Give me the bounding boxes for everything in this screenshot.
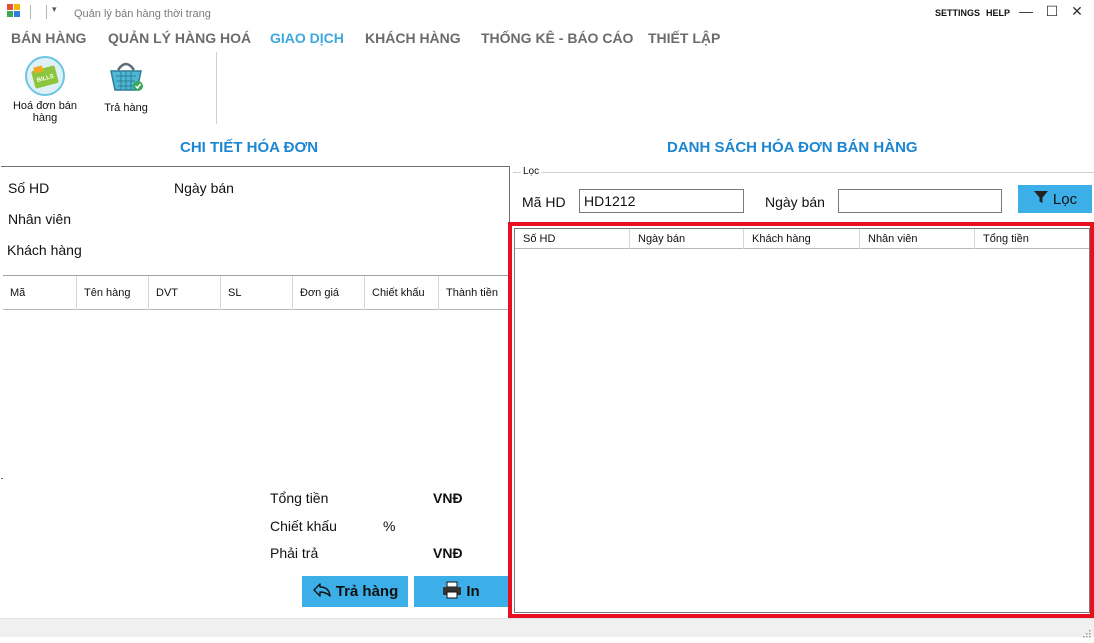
ma-hd-filter-label: Mã HD: [522, 194, 566, 210]
phai-tra-label: Phải trả: [270, 545, 319, 561]
column-header[interactable]: DVT: [149, 276, 221, 310]
resize-grip-icon[interactable]: [1081, 625, 1091, 638]
return-button-label: Trả hàng: [335, 583, 399, 600]
tab-thiet-lap[interactable]: THIẾT LẬP: [648, 30, 720, 46]
minimize-button[interactable]: —: [1015, 2, 1037, 22]
invoice-detail-grid[interactable]: Mã Tên hàng DVT SL Đơn giá Chiết khấu Th…: [3, 275, 510, 479]
basket-icon: [106, 56, 146, 96]
tab-quan-ly-hang-hoa[interactable]: QUẢN LÝ HÀNG HOÁ: [108, 30, 251, 46]
help-link[interactable]: HELP: [986, 8, 1010, 18]
chiet-khau-label: Chiết khấu: [270, 518, 337, 534]
ngay-ban-input[interactable]: [838, 189, 1002, 213]
settings-link[interactable]: SETTINGS: [935, 8, 980, 18]
printer-icon: [442, 581, 462, 603]
column-header[interactable]: Tên hàng: [77, 276, 149, 310]
tong-tien-label: Tổng tiền: [270, 490, 329, 506]
bills-icon: BILLS: [25, 56, 65, 96]
ngay-ban-filter-label: Ngày bán: [765, 194, 825, 210]
maximize-button[interactable]: ☐: [1041, 2, 1063, 22]
column-header[interactable]: SL: [221, 276, 293, 310]
ribbon-panel: BILLS Hoá đơn bán hàng Trả hàng: [0, 50, 1094, 130]
quick-access-dropdown-icon[interactable]: ▾: [52, 4, 57, 15]
ribbon-tabs: BÁN HÀNG QUẢN LÝ HÀNG HOÁ GIAO DỊCH KHÁC…: [0, 27, 1094, 51]
funnel-icon: [1033, 189, 1049, 209]
column-header[interactable]: Mã: [3, 276, 77, 310]
invoice-detail-panel: Số HD Ngày bán Nhân viên Khách hàng Mã T…: [1, 166, 510, 479]
print-button[interactable]: In: [414, 576, 508, 607]
tab-thong-ke-bao-cao[interactable]: THỐNG KÊ - BÁO CÁO: [481, 30, 633, 46]
invoice-list-title: DANH SÁCH HÓA ĐƠN BÁN HÀNG: [667, 139, 918, 156]
ma-hd-input[interactable]: [579, 189, 744, 213]
highlight-box: [508, 222, 1094, 618]
invoice-detail-title: CHI TIẾT HÓA ĐƠN: [180, 139, 319, 156]
quick-access-separator: [46, 5, 47, 19]
status-bar: [0, 618, 1094, 638]
so-hd-label: Số HD: [8, 180, 50, 196]
tong-tien-unit: VNĐ: [433, 490, 463, 506]
column-header[interactable]: Đơn giá: [293, 276, 365, 310]
return-button[interactable]: Trả hàng: [302, 576, 408, 607]
print-button-label: In: [466, 583, 480, 600]
close-button[interactable]: ✕: [1066, 2, 1088, 22]
tab-giao-dich[interactable]: GIAO DỊCH: [270, 30, 344, 46]
chiet-khau-unit: %: [383, 518, 396, 534]
grid-header: Mã Tên hàng DVT SL Đơn giá Chiết khấu Th…: [3, 276, 510, 310]
column-header[interactable]: Thành tiền: [439, 276, 510, 310]
filter-button[interactable]: Lọc: [1018, 185, 1092, 213]
quick-access-separator: [30, 5, 31, 19]
filter-legend: Lọc: [521, 166, 542, 177]
ngay-ban-label: Ngày bán: [174, 180, 234, 196]
phai-tra-unit: VNĐ: [433, 545, 463, 561]
invoice-ribbon-button[interactable]: BILLS Hoá đơn bán hàng: [8, 54, 82, 124]
ribbon-separator: [216, 52, 217, 124]
tab-ban-hang[interactable]: BÁN HÀNG: [11, 30, 86, 46]
tab-khach-hang[interactable]: KHÁCH HÀNG: [365, 30, 461, 46]
nhan-vien-label: Nhân viên: [8, 211, 72, 227]
return-ribbon-button[interactable]: Trả hàng: [98, 54, 154, 114]
invoice-ribbon-label: Hoá đơn bán hàng: [12, 100, 78, 124]
khach-hang-label: Khách hàng: [7, 242, 82, 258]
filter-button-label: Lọc: [1052, 190, 1078, 208]
window-title: Quản lý bán hàng thời trang: [74, 8, 211, 20]
title-bar: ▾ Quản lý bán hàng thời trang SETTINGS H…: [0, 0, 1094, 26]
app-icon[interactable]: [7, 4, 21, 17]
column-header[interactable]: Chiết khấu: [365, 276, 439, 310]
return-ribbon-label: Trả hàng: [104, 102, 148, 114]
undo-arrow-icon: [312, 582, 332, 602]
